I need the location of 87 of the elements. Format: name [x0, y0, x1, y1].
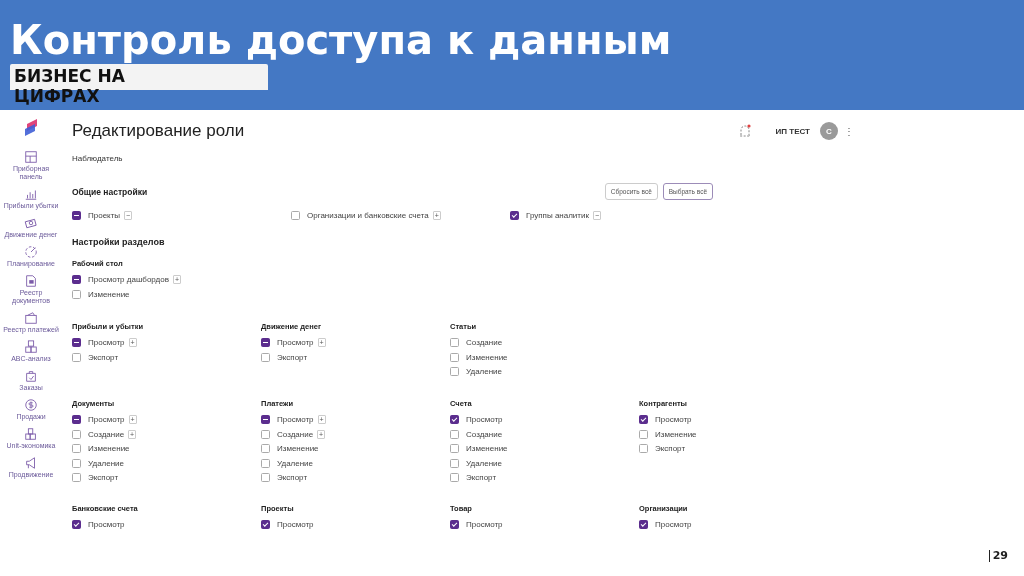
slide-title: Контроль доступа к данным [10, 16, 673, 64]
slide-subtitle: БИЗНЕС НА ЦИФРАХ [10, 64, 268, 106]
logo-icon[interactable] [23, 118, 39, 138]
checkbox[interactable] [72, 352, 81, 362]
dollar-icon[interactable] [24, 398, 38, 412]
checkbox-label: Просмотр [655, 520, 692, 530]
checkbox-label: Изменение [88, 444, 130, 454]
bag-icon[interactable] [24, 369, 38, 383]
menu-icon[interactable]: ⋮ [844, 125, 854, 137]
checkbox[interactable] [450, 429, 459, 439]
checkbox[interactable] [639, 444, 648, 454]
checkbox-label: Изменение [655, 429, 697, 439]
checkbox-label: Просмотр [466, 520, 503, 530]
checkbox-label: Создание [88, 429, 125, 439]
checkbox[interactable] [261, 415, 270, 425]
checkbox[interactable] [639, 429, 648, 439]
checkbox-label: Создание [466, 338, 503, 348]
checkbox-label: Экспорт [655, 444, 686, 454]
section-title: Настройки разделов [72, 236, 166, 247]
section-heading: Общие настройки [72, 186, 148, 197]
checkbox[interactable] [261, 458, 270, 468]
checkbox-label: Просмотр [277, 415, 314, 425]
checkbox-label: Просмотр [277, 520, 314, 530]
checkbox-label: Экспорт [88, 473, 119, 483]
page-title: Редактирование роли [72, 121, 245, 141]
money-icon[interactable] [24, 216, 38, 230]
checkbox-label: Просмотр [88, 415, 125, 425]
boxes-icon[interactable] [24, 427, 38, 441]
checkbox-label: Изменение [466, 444, 508, 454]
checkbox[interactable] [450, 444, 459, 454]
checkbox-label: Экспорт [466, 473, 497, 483]
checkbox[interactable] [72, 289, 81, 299]
checkbox[interactable] [72, 520, 81, 530]
checkbox[interactable] [72, 275, 81, 285]
checkbox[interactable] [72, 458, 81, 468]
account-name[interactable]: ИП ТЕСТ [775, 126, 810, 136]
checkbox[interactable] [291, 210, 300, 220]
checkbox[interactable] [450, 473, 459, 483]
checkbox-label: Просмотр [466, 415, 503, 425]
checkbox-label: Удаление [277, 458, 314, 468]
checkbox-label: Удаление [466, 458, 503, 468]
megaphone-icon[interactable] [24, 456, 38, 470]
checkbox[interactable] [72, 338, 81, 348]
checkbox[interactable] [639, 520, 648, 530]
checkbox[interactable] [450, 520, 459, 530]
checkbox[interactable] [261, 429, 270, 439]
checkbox[interactable] [450, 415, 459, 425]
checkbox[interactable] [261, 473, 270, 483]
checkbox[interactable] [261, 444, 270, 454]
checkbox[interactable] [450, 338, 459, 348]
checkbox[interactable] [639, 415, 648, 425]
page-number: 29 [988, 550, 1008, 562]
checkbox[interactable] [450, 367, 459, 377]
checkbox-label: Группы аналитик [526, 210, 589, 220]
checkbox[interactable] [72, 444, 81, 454]
checkbox-label: Создание [466, 429, 503, 439]
checkbox[interactable] [261, 352, 270, 362]
checkbox[interactable] [72, 429, 81, 439]
checkbox-label: Создание [277, 429, 314, 439]
checkbox-label: Проекты [88, 210, 121, 220]
checkbox[interactable] [72, 473, 81, 483]
checkbox[interactable] [450, 352, 459, 362]
role-name: Наблюдатель [72, 154, 124, 163]
checkbox-label: Просмотр [277, 338, 314, 348]
checkbox[interactable] [450, 458, 459, 468]
checkbox-label: Просмотр [88, 520, 125, 530]
checkbox-label: Организации и банковские счета [307, 210, 429, 220]
checkbox-label: Удаление [466, 367, 503, 377]
checkbox-label: Экспорт [277, 473, 308, 483]
checkbox-label: Изменение [277, 444, 319, 454]
checkbox[interactable] [72, 210, 81, 220]
checkbox-label: Просмотр [88, 338, 125, 348]
wallet-icon[interactable] [24, 311, 38, 325]
checkbox-label: Изменение [466, 352, 508, 362]
checkbox-label: Просмотр дашбордов [88, 275, 169, 285]
checkbox[interactable] [72, 415, 81, 425]
checkbox-label: Изменение [88, 289, 130, 299]
checkbox[interactable] [261, 520, 270, 530]
checkbox-label: Просмотр [655, 415, 692, 425]
checkbox[interactable] [510, 210, 519, 220]
checkbox-label: Удаление [88, 458, 125, 468]
dashboard-icon[interactable] [24, 150, 38, 164]
checkbox-label: Экспорт [88, 352, 119, 362]
checkbox-label: Экспорт [277, 352, 308, 362]
checkbox[interactable] [261, 338, 270, 348]
blocks-icon[interactable] [24, 340, 38, 354]
document-icon[interactable] [24, 274, 38, 288]
